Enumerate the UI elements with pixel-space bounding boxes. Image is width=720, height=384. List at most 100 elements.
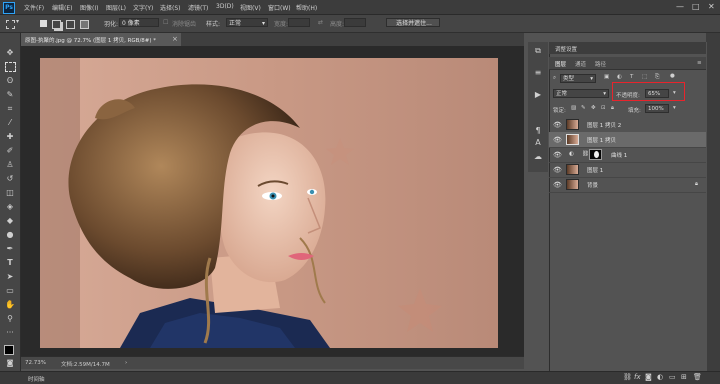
- layer-style-icon[interactable]: fx: [634, 373, 641, 381]
- filter-type-icon[interactable]: T: [630, 74, 633, 80]
- maximize-button[interactable]: □: [692, 2, 700, 11]
- filter-adjustment-icon[interactable]: ◐: [617, 74, 622, 80]
- layer-row-selected[interactable]: 👁︎ 图层 1 拷贝: [549, 132, 706, 148]
- filter-toggle-icon[interactable]: ●: [670, 73, 675, 79]
- menu-image[interactable]: 图像(I): [80, 3, 98, 12]
- zoom-tool-icon[interactable]: ⚲: [4, 313, 16, 325]
- subtract-selection-icon[interactable]: [66, 20, 75, 29]
- antialias-checkbox[interactable]: ☐: [163, 19, 168, 26]
- close-icon[interactable]: ×: [172, 35, 178, 43]
- clone-stamp-icon[interactable]: ♙: [4, 159, 16, 171]
- fill-input[interactable]: 100%: [645, 104, 669, 113]
- menu-view[interactable]: 视图(V): [240, 3, 261, 12]
- layer-name[interactable]: 图层 1 拷贝 2: [587, 121, 621, 129]
- actions-icon[interactable]: ▶: [533, 90, 543, 100]
- new-group-icon[interactable]: ▭: [669, 373, 676, 381]
- add-mask-icon[interactable]: ◙: [645, 373, 652, 381]
- tab-paths[interactable]: 路径: [595, 60, 606, 68]
- new-layer-icon[interactable]: ⊞: [681, 373, 687, 381]
- healing-brush-icon[interactable]: ✚: [4, 131, 16, 143]
- select-and-mask-button[interactable]: 选择并遮住...: [386, 18, 440, 27]
- lock-artboard-icon[interactable]: ⊡: [601, 105, 606, 111]
- width-input[interactable]: [288, 18, 310, 27]
- link-layers-icon[interactable]: ⛓︎: [623, 373, 632, 381]
- lock-all-icon[interactable]: 🔒︎: [611, 105, 614, 112]
- panel-menu-icon[interactable]: ≡: [697, 60, 702, 66]
- lock-position-icon[interactable]: ✥: [591, 105, 596, 111]
- timeline-label[interactable]: 时间轴: [28, 375, 45, 383]
- brush-tool-icon[interactable]: ✐: [4, 145, 16, 157]
- filter-pixel-icon[interactable]: ▣: [604, 74, 609, 80]
- menu-help[interactable]: 帮助(H): [296, 3, 317, 12]
- libraries-icon[interactable]: ☁: [533, 152, 543, 162]
- paint-bucket-icon[interactable]: ◈: [4, 201, 16, 213]
- menu-layer[interactable]: 图层(L): [106, 3, 126, 12]
- minimize-button[interactable]: —: [676, 2, 684, 11]
- move-tool-icon[interactable]: ✥: [4, 47, 16, 59]
- swap-icon[interactable]: ⇄: [318, 19, 323, 26]
- type-tool-icon[interactable]: T: [4, 257, 16, 269]
- quick-select-icon[interactable]: ✎: [4, 89, 16, 101]
- delete-layer-icon[interactable]: 🗑︎: [693, 373, 702, 381]
- marquee-tool-icon[interactable]: [5, 62, 16, 72]
- more-tools-icon[interactable]: ···: [4, 327, 16, 339]
- blur-tool-icon[interactable]: ◆: [4, 215, 16, 227]
- close-window-button[interactable]: ✕: [708, 2, 715, 11]
- layer-name[interactable]: 图层 1 拷贝: [587, 136, 616, 144]
- pen-tool-icon[interactable]: ✒: [4, 243, 16, 255]
- menu-3d[interactable]: 3D(D): [216, 3, 234, 10]
- eyedropper-icon[interactable]: ⁄: [4, 117, 16, 129]
- history-brush-icon[interactable]: ↺: [4, 173, 16, 185]
- history-icon[interactable]: ⧉: [533, 46, 543, 56]
- layer-row[interactable]: 👁︎ 图层 1: [549, 162, 706, 178]
- properties-icon[interactable]: ≡: [533, 68, 543, 78]
- style-select[interactable]: 正常 ▾: [226, 18, 268, 27]
- marquee-tool-preset-icon[interactable]: [6, 20, 15, 29]
- layer-row[interactable]: 👁︎ 图层 1 拷贝 2: [549, 117, 706, 133]
- blend-mode-select[interactable]: 正常 ▾: [553, 89, 609, 98]
- layer-row[interactable]: 👁︎ ◐ ⛓︎ 曲线 1: [549, 147, 706, 163]
- dodge-tool-icon[interactable]: ●: [4, 229, 16, 241]
- tab-channels[interactable]: 通道: [575, 60, 586, 68]
- foreground-color-swatch[interactable]: [4, 345, 14, 355]
- eye-icon[interactable]: 👁︎: [553, 181, 562, 189]
- path-select-icon[interactable]: ➤: [4, 271, 16, 283]
- filter-kind-select[interactable]: 类型 ▾: [560, 74, 596, 83]
- eye-icon[interactable]: 👁︎: [553, 151, 562, 159]
- menu-select[interactable]: 选择(S): [160, 3, 181, 12]
- chevron-down-icon[interactable]: ▾: [16, 18, 19, 25]
- tab-layers[interactable]: 图层: [555, 60, 566, 68]
- lock-pixels-icon[interactable]: ✎: [581, 105, 586, 111]
- menu-file[interactable]: 文件(F): [24, 3, 44, 12]
- new-adjustment-icon[interactable]: ◐: [657, 373, 663, 381]
- new-selection-icon[interactable]: [40, 20, 47, 27]
- document-image[interactable]: [40, 58, 498, 348]
- chevron-down-icon[interactable]: ▾: [673, 105, 676, 111]
- layer-row[interactable]: 👁︎ 背景 🔒︎: [549, 177, 706, 193]
- layer-name[interactable]: 背景: [587, 181, 598, 189]
- eraser-icon[interactable]: ◫: [4, 187, 16, 199]
- eye-icon[interactable]: 👁︎: [553, 136, 562, 144]
- layer-mask-thumbnail[interactable]: [589, 149, 602, 160]
- hand-tool-icon[interactable]: ✋: [4, 299, 16, 311]
- intersect-selection-icon[interactable]: [80, 20, 89, 29]
- status-menu-arrow-icon[interactable]: ›: [125, 360, 127, 366]
- menu-type[interactable]: 文字(Y): [133, 3, 153, 12]
- height-input[interactable]: [344, 18, 366, 27]
- zoom-level[interactable]: 72.73%: [25, 360, 46, 366]
- document-tab[interactable]: 原图-执聚的.jpg @ 72.7% (图层 1 拷贝, RGB/8#) * ×: [21, 33, 182, 46]
- menu-filter[interactable]: 滤镜(T): [188, 3, 208, 12]
- eye-icon[interactable]: 👁︎: [553, 166, 562, 174]
- eye-icon[interactable]: 👁︎: [553, 121, 562, 129]
- panel-header-title[interactable]: 调整设置: [555, 45, 577, 53]
- layer-name[interactable]: 曲线 1: [611, 151, 627, 159]
- crop-tool-icon[interactable]: ⌗: [4, 103, 16, 115]
- feather-input[interactable]: 0 像素: [119, 18, 159, 27]
- paragraph-icon[interactable]: ¶: [533, 126, 543, 136]
- filter-smart-icon[interactable]: ⎘: [655, 74, 659, 81]
- lock-transparent-icon[interactable]: ▨: [571, 105, 576, 111]
- add-to-selection-icon[interactable]: [52, 20, 61, 29]
- quick-mask-icon[interactable]: ◙: [4, 357, 16, 369]
- menu-window[interactable]: 窗口(W): [268, 3, 291, 12]
- lasso-tool-icon[interactable]: ʘ: [4, 75, 16, 87]
